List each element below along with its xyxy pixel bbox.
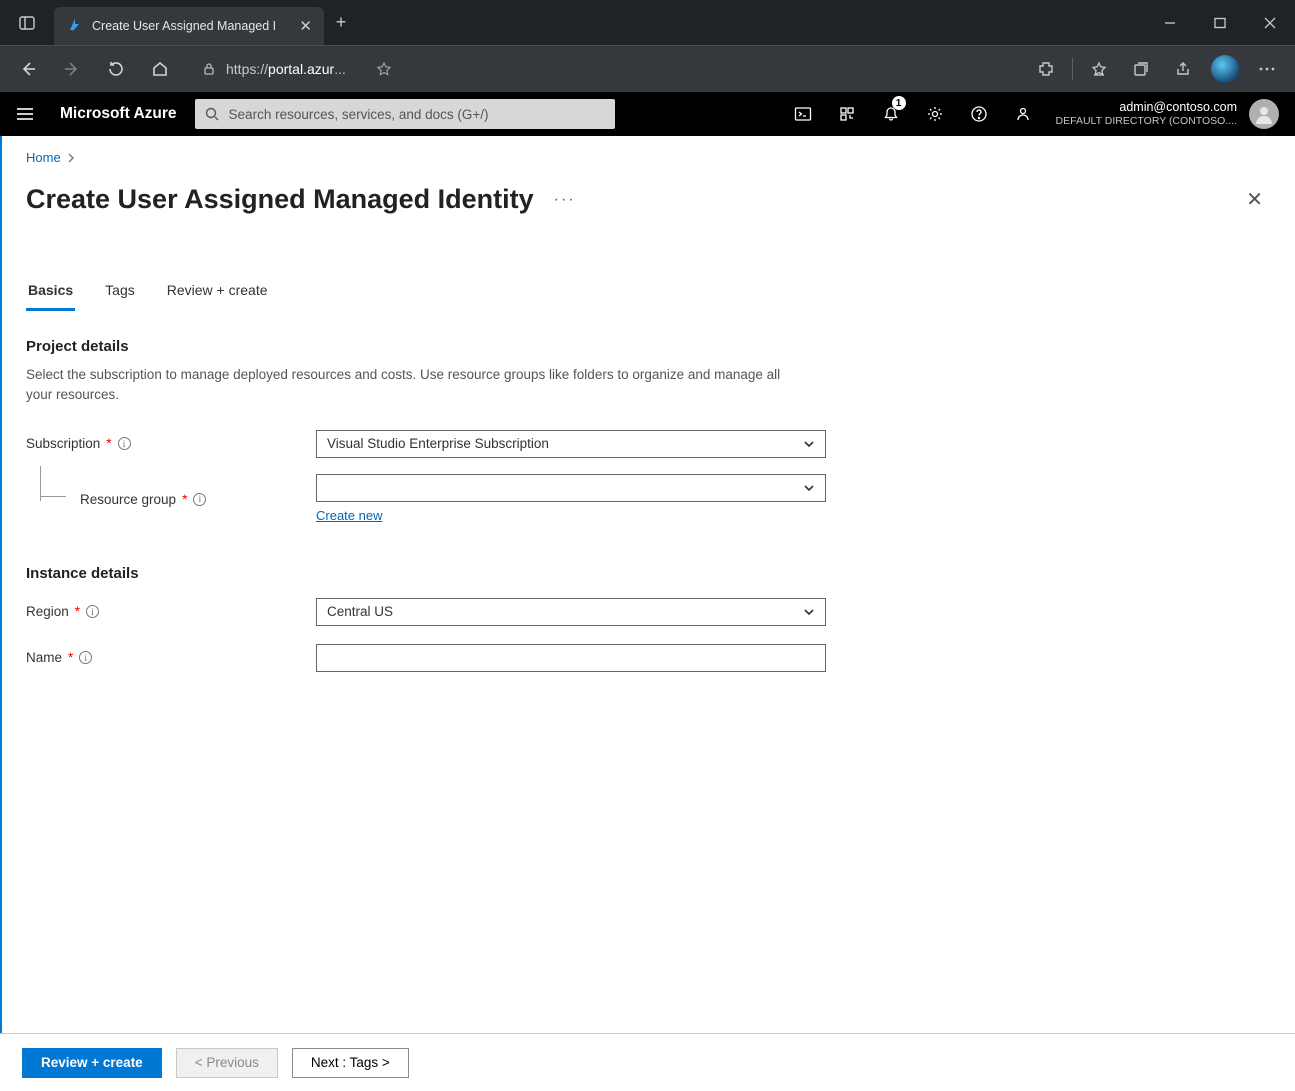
subscription-label: Subscription * i [26, 436, 316, 451]
required-mark: * [75, 604, 80, 619]
name-row: Name * i [26, 644, 1271, 672]
page-title: Create User Assigned Managed Identity [26, 184, 534, 215]
review-create-button[interactable]: Review + create [22, 1048, 162, 1078]
maximize-button[interactable] [1195, 0, 1245, 45]
address-bar: https://portal.azur... [0, 45, 1295, 92]
user-account[interactable]: admin@contoso.com DEFAULT DIRECTORY (CON… [1046, 100, 1247, 128]
new-tab-button[interactable]: + [324, 12, 358, 33]
more-actions-icon[interactable]: ··· [554, 191, 576, 209]
search-placeholder: Search resources, services, and docs (G+… [229, 107, 489, 122]
required-mark: * [68, 650, 73, 665]
user-avatar-icon[interactable] [1249, 99, 1279, 129]
favorites-bar-icon[interactable] [1079, 49, 1119, 89]
info-icon[interactable]: i [193, 493, 206, 506]
instance-details-heading: Instance details [26, 565, 1271, 582]
subscription-value: Visual Studio Enterprise Subscription [327, 436, 549, 451]
resource-group-select[interactable] [316, 474, 826, 502]
next-button[interactable]: Next : Tags > [292, 1048, 409, 1078]
subscription-row: Subscription * i Visual Studio Enterpris… [26, 430, 1271, 458]
tab-strip: Basics Tags Review + create [26, 276, 1271, 312]
azure-header: Microsoft Azure Search resources, servic… [0, 92, 1295, 136]
search-input[interactable]: Search resources, services, and docs (G+… [195, 99, 615, 129]
name-input[interactable] [316, 644, 826, 672]
chevron-down-icon [803, 484, 815, 492]
window-titlebar: Create User Assigned Managed I ✕ + [0, 0, 1295, 45]
search-icon [205, 107, 219, 121]
required-mark: * [106, 436, 111, 451]
window-controls [1145, 0, 1295, 45]
subscription-select[interactable]: Visual Studio Enterprise Subscription [316, 430, 826, 458]
close-blade-button[interactable]: ✕ [1238, 179, 1271, 220]
user-directory: DEFAULT DIRECTORY (CONTOSO.... [1056, 115, 1237, 128]
previous-button: < Previous [176, 1048, 278, 1078]
back-button[interactable] [8, 49, 48, 89]
share-icon[interactable] [1163, 49, 1203, 89]
feedback-icon[interactable] [1002, 92, 1044, 136]
name-label: Name * i [26, 650, 316, 665]
notification-badge: 1 [892, 96, 906, 110]
tab-close-icon[interactable]: ✕ [299, 17, 312, 35]
project-details-description: Select the subscription to manage deploy… [26, 365, 796, 406]
resource-group-label: Resource group * i [26, 492, 316, 507]
azure-tab-icon [66, 18, 82, 34]
url-text: https://portal.azur... [226, 61, 346, 77]
collections-icon[interactable] [1121, 49, 1161, 89]
profile-button[interactable] [1205, 49, 1245, 89]
chevron-down-icon [803, 440, 815, 448]
content-area: Home Create User Assigned Managed Identi… [0, 136, 1295, 1033]
cloud-shell-icon[interactable] [782, 92, 824, 136]
notifications-icon[interactable]: 1 [870, 92, 912, 136]
help-icon[interactable] [958, 92, 1000, 136]
chevron-right-icon [67, 153, 75, 163]
directories-icon[interactable] [826, 92, 868, 136]
browser-tab[interactable]: Create User Assigned Managed I ✕ [54, 7, 324, 45]
favorite-icon[interactable] [376, 61, 392, 77]
info-icon[interactable]: i [86, 605, 99, 618]
minimize-button[interactable] [1145, 0, 1195, 45]
page-header: Create User Assigned Managed Identity ··… [26, 179, 1271, 220]
breadcrumb-home[interactable]: Home [26, 150, 61, 165]
refresh-button[interactable] [96, 49, 136, 89]
user-email: admin@contoso.com [1056, 100, 1237, 115]
create-new-link[interactable]: Create new [316, 508, 382, 523]
tab-actions-icon[interactable] [0, 14, 54, 32]
tab-review-create[interactable]: Review + create [165, 276, 270, 311]
home-button[interactable] [140, 49, 180, 89]
window-close-button[interactable] [1245, 0, 1295, 45]
lock-icon [202, 62, 216, 76]
breadcrumb: Home [26, 150, 1271, 165]
region-row: Region * i Central US [26, 598, 1271, 626]
more-menu-icon[interactable] [1247, 49, 1287, 89]
menu-button[interactable] [0, 107, 50, 121]
region-label: Region * i [26, 604, 316, 619]
resource-group-row: Resource group * i Create new [26, 474, 1271, 525]
info-icon[interactable]: i [79, 651, 92, 664]
brand-label[interactable]: Microsoft Azure [50, 105, 195, 123]
settings-icon[interactable] [914, 92, 956, 136]
project-details-heading: Project details [26, 338, 1271, 355]
chevron-down-icon [803, 608, 815, 616]
toolbar-divider [1072, 58, 1073, 80]
tab-basics[interactable]: Basics [26, 276, 75, 311]
region-value: Central US [327, 604, 393, 619]
tab-tags[interactable]: Tags [103, 276, 137, 311]
extensions-icon[interactable] [1026, 49, 1066, 89]
required-mark: * [182, 492, 187, 507]
info-icon[interactable]: i [118, 437, 131, 450]
forward-button[interactable] [52, 49, 92, 89]
footer-bar: Review + create < Previous Next : Tags > [0, 1033, 1295, 1091]
tab-title: Create User Assigned Managed I [92, 19, 289, 33]
region-select[interactable]: Central US [316, 598, 826, 626]
url-field[interactable]: https://portal.azur... [192, 52, 402, 86]
